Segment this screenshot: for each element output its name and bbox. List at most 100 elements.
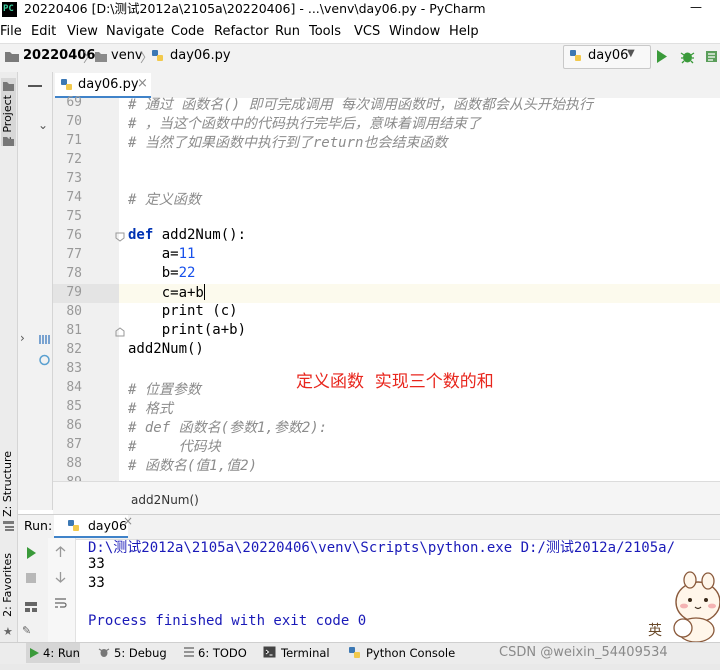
line-number: 81 [66,323,82,338]
terminal-icon [263,646,276,658]
menu-view[interactable]: View [67,22,98,42]
menu-window[interactable]: Window [389,22,440,42]
code-line: c=a+b [128,284,205,301]
minimize-button[interactable]: — [686,0,706,18]
line-number: 78 [66,266,82,281]
todo-icon [184,647,194,657]
code-line: # ，当这个函数中的代码执行完毕后，意味着调用结束了 [128,113,481,133]
stop-icon[interactable] [26,573,36,583]
run-config-name: day06 [588,48,629,63]
arrow-up-icon[interactable] [54,546,67,558]
tab-label: day06.py [78,77,139,92]
console-command-line: D:\测试2012a\2105a\20220406\venv\Scripts\p… [88,540,676,556]
code-line: # 代码块 [128,436,221,456]
run-panel-label: Run: [24,518,53,533]
bottom-tab-run[interactable]: 4: Run [43,646,80,660]
code-comment: # 格式 [128,401,173,417]
library-icon [39,335,50,344]
mascot-badge: 英 [648,623,662,639]
line-number: 72 [66,152,82,167]
menu-edit[interactable]: Edit [31,22,56,42]
bottom-tab-debug[interactable]: 5: Debug [114,646,167,660]
line-number: 70 [66,114,82,129]
python-file-icon [152,50,163,61]
project-folder-icon [5,52,19,62]
code-line: # 位置参数 [128,379,201,399]
code-comment: # ，当这个函数中的代码执行完毕后，意味着调用结束了 [128,116,481,132]
annotation-text: 定义函数 实现三个数的和 [296,372,494,392]
line-number: 74 [66,190,82,205]
code-text: b= [128,265,179,281]
favorites-tool-label[interactable]: 2: Favorites [1,553,14,617]
arrow-down-icon[interactable] [54,571,67,583]
line-number: 82 [66,342,82,357]
debug-icon[interactable] [680,49,695,64]
csdn-watermark: CSDN @weixin_54409534 [499,645,668,660]
code-line: a=11 [128,246,196,262]
soft-wrap-icon[interactable] [54,597,67,610]
line-number: 75 [66,209,82,224]
python-file-icon [61,79,72,90]
code-line: # 通过 函数名() 即可完成调用 每次调用函数时，函数都会从头开始执行 [128,94,593,114]
bottom-tab-python-console[interactable]: Python Console [366,646,455,660]
code-line: add2Num() [128,341,204,357]
line-number: 84 [66,380,82,395]
code-number: 22 [178,265,196,281]
star-icon[interactable]: ★ [3,625,13,638]
fold-icon[interactable] [115,327,125,337]
pycharm-logo-icon: PC [2,2,17,17]
function-breadcrumb[interactable]: add2Num() [131,493,199,507]
code-comment: # 代码块 [128,439,221,455]
menu-vcs[interactable]: VCS [354,22,380,42]
structure-icon [3,521,14,531]
console-output-line: 33 [88,556,105,572]
menu-help[interactable]: Help [449,22,479,42]
chevron-down-icon: ▼ [627,48,635,59]
menu-tools[interactable]: Tools [309,22,341,42]
breadcrumb-file[interactable]: day06.py [170,48,231,63]
code-text: c=a+b [128,285,204,301]
mascot-sticker-image [673,571,720,642]
code-keyword: def [128,227,162,243]
debug-icon [98,648,110,657]
text-caret [203,284,205,300]
pin-icon[interactable]: ✎ [22,624,31,637]
chevron-right-icon[interactable]: › [20,331,25,345]
chevron-down-icon[interactable]: ⌄ [38,118,48,132]
code-line: # 函数名(值1,值2) [128,455,257,475]
bottom-tab-todo[interactable]: 6: TODO [198,646,247,660]
folder-icon [3,137,14,146]
code-line: b=22 [128,265,196,281]
fold-icon[interactable] [115,232,125,242]
project-panel-collapsed [18,72,53,510]
menu-code[interactable]: Code [171,22,204,42]
python-file-icon [570,50,581,61]
folder-icon [3,82,14,91]
line-number: 73 [66,171,82,186]
code-text: print (c) [128,303,238,319]
code-line: # 当然了如果函数中执行到了return也会结束函数 [128,132,447,152]
menu-navigate[interactable]: Navigate [106,22,164,42]
run-icon[interactable] [656,50,668,63]
menu-file[interactable]: File [0,22,22,42]
code-line: # def 函数名(参数1,参数2): [128,417,327,437]
code-text: print(a+b) [128,322,247,338]
minimize-panel-icon[interactable] [28,85,42,87]
code-text: a= [128,246,179,262]
close-tab-icon[interactable]: × [123,514,133,528]
menu-run[interactable]: Run [275,22,300,42]
structure-tool-label[interactable]: Z: Structure [1,451,14,517]
coverage-icon[interactable] [704,49,719,64]
console-exit-message: Process finished with exit code 0 [88,613,367,629]
bottom-tab-terminal[interactable]: Terminal [281,646,330,660]
close-tab-icon[interactable]: × [137,76,148,91]
breadcrumb-folder[interactable]: venv [111,48,143,63]
code-text: add2Num() [128,341,204,357]
rerun-icon[interactable] [26,547,37,559]
code-text: add2Num(): [161,227,247,243]
folder-icon [95,52,107,62]
layout-icon[interactable] [24,601,38,613]
code-line: print(a+b) [128,322,246,338]
current-line-highlight [119,284,720,303]
menu-refactor[interactable]: Refactor [214,22,269,42]
